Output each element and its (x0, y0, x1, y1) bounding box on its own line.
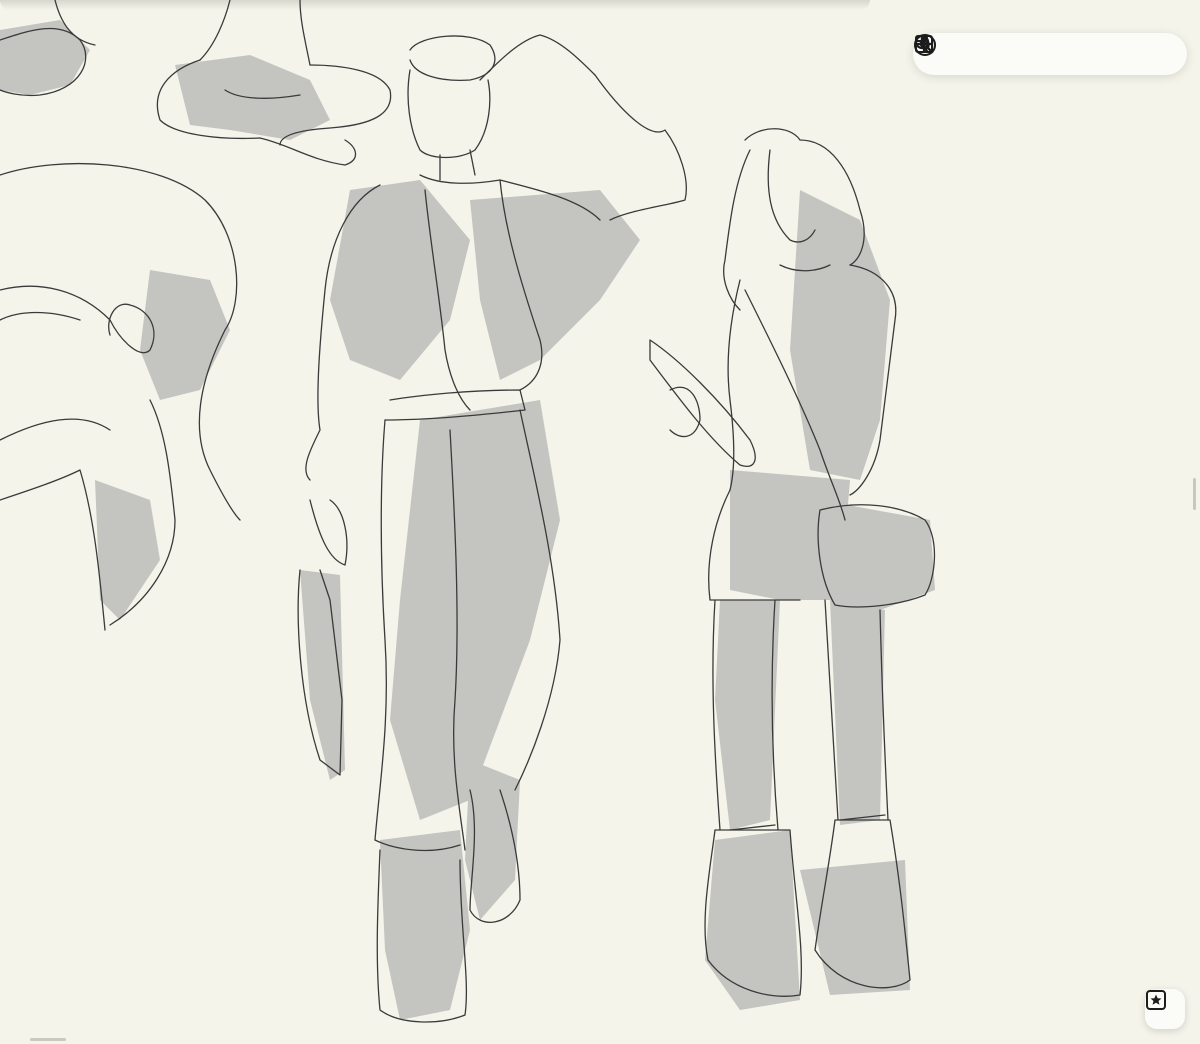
scroll-handle[interactable] (1193, 478, 1196, 510)
home-indicator (30, 1038, 66, 1041)
search-button[interactable] (914, 34, 1141, 70)
favorites-button[interactable] (1145, 989, 1185, 1029)
redo-button[interactable] (914, 34, 1066, 70)
frame-button[interactable] (915, 35, 1103, 70)
add-button[interactable] (914, 34, 1178, 70)
sketch-artwork (0, 0, 936, 1023)
plus-icon (914, 34, 934, 54)
drawing-canvas[interactable] (0, 0, 1200, 1044)
undo-button[interactable] (914, 34, 1029, 70)
canvas-toolbar (913, 33, 1187, 75)
star-square-icon (1146, 990, 1166, 1010)
pin-button[interactable] (920, 35, 991, 70)
